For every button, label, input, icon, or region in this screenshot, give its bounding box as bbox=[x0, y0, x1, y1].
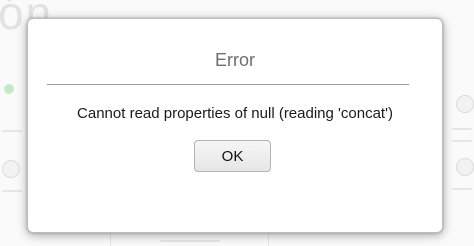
dialog-divider bbox=[47, 84, 409, 85]
background-divider bbox=[110, 234, 111, 246]
background-text-line bbox=[2, 190, 22, 192]
dialog-title: Error bbox=[215, 50, 255, 70]
error-message: Cannot read properties of null (reading … bbox=[77, 105, 393, 122]
background-divider bbox=[268, 234, 269, 246]
check-icon bbox=[4, 84, 14, 94]
error-dialog: Error Cannot read properties of null (re… bbox=[27, 18, 443, 233]
background-text-line bbox=[160, 240, 220, 242]
person-icon bbox=[456, 95, 474, 113]
avatar-icon bbox=[456, 158, 474, 176]
background-text-line bbox=[452, 140, 472, 142]
background-text-line bbox=[452, 188, 472, 190]
avatar-icon bbox=[2, 160, 20, 178]
background-text-line bbox=[452, 128, 472, 130]
background-text-line bbox=[2, 130, 22, 132]
ok-button[interactable]: OK bbox=[194, 140, 271, 172]
